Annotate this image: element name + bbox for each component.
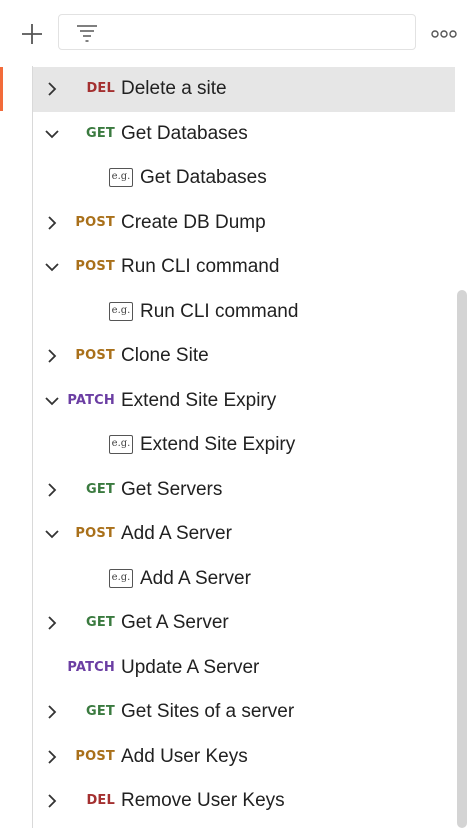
request-item-get-databases[interactable]: GET Get Databases [33,112,455,157]
method-badge: PATCH [67,659,115,675]
more-horizontal-icon[interactable] [430,24,458,44]
request-label: Get Databases [121,122,248,144]
method-badge: POST [75,348,115,363]
request-item-update-a-server[interactable]: PATCH Update A Server [33,646,455,691]
request-label: Delete a site [121,78,227,99]
method-badge: POST [75,259,115,274]
filter-input[interactable] [58,14,416,50]
scrollbar-thumb[interactable] [457,290,467,828]
method-badge: POST [75,214,115,230]
chevron-right-icon[interactable] [44,80,60,98]
request-item-create-db-dump[interactable]: POST Create DB Dump [33,201,455,246]
chevron-right-icon[interactable] [44,347,60,365]
filter-icon[interactable] [75,23,99,43]
method-badge: GET [85,704,115,719]
method-badge: GET [85,615,115,630]
request-item-add-user-keys[interactable]: POST Add User Keys [33,735,455,780]
chevron-right-icon[interactable] [44,703,60,721]
request-item-get-servers[interactable]: GET Get Servers [33,468,455,513]
request-label: Run CLI command [121,256,280,277]
example-icon: e.g. [109,568,133,588]
request-item-extend-site-expiry[interactable]: PATCH Extend Site Expiry [33,379,455,424]
chevron-right-icon[interactable] [44,748,60,766]
request-label: Get Sites of a server [121,701,295,722]
chevron-right-icon[interactable] [44,214,60,232]
request-label: Remove User Keys [121,790,285,811]
method-badge: DEL [86,793,115,808]
request-tree: DEL Delete a site GET Get Databases e.g. Get … [33,67,455,824]
method-badge: GET [85,125,115,141]
example-item-add-a-server[interactable]: e.g. Add A Server [33,557,455,602]
example-label: Extend Site Expiry [140,434,296,455]
plus-icon[interactable] [18,20,46,48]
request-item-get-sites-of-a-server[interactable]: GET Get Sites of a server [33,690,455,735]
request-label: Get Servers [121,478,223,500]
request-item-run-cli-command[interactable]: POST Run CLI command [33,245,455,290]
request-label: Add A Server [121,523,232,544]
chevron-down-icon[interactable] [44,258,60,276]
method-badge: GET [85,481,115,497]
method-badge: POST [75,748,115,764]
example-label: Get Databases [140,167,267,188]
example-icon: e.g. [109,435,133,454]
request-label: Extend Site Expiry [121,389,277,411]
method-badge: POST [75,526,115,541]
method-badge: PATCH [67,392,115,408]
chevron-right-icon[interactable] [44,481,60,499]
sidebar-toolbar [0,0,474,66]
request-item-delete-a-site[interactable]: DEL Delete a site [33,67,455,112]
example-icon: e.g. [109,301,133,321]
example-label: Add A Server [140,567,251,589]
request-label: Add User Keys [121,745,248,767]
example-item-extend-site-expiry[interactable]: e.g. Extend Site Expiry [33,423,455,468]
request-label: Update A Server [121,656,260,678]
chevron-right-icon[interactable] [44,614,60,632]
request-label: Get A Server [121,612,229,633]
chevron-down-icon[interactable] [44,125,60,143]
request-item-clone-site[interactable]: POST Clone Site [33,334,455,379]
example-item-run-cli-command[interactable]: e.g. Run CLI command [33,290,455,335]
request-label: Create DB Dump [121,211,266,233]
chevron-down-icon[interactable] [44,525,60,543]
chevron-down-icon[interactable] [44,392,60,410]
method-badge: DEL [86,81,115,96]
example-icon: e.g. [109,168,133,187]
example-item-get-databases[interactable]: e.g. Get Databases [33,156,455,201]
request-label: Clone Site [121,345,209,366]
request-item-get-a-server[interactable]: GET Get A Server [33,601,455,646]
chevron-right-icon[interactable] [44,792,60,810]
example-label: Run CLI command [140,300,299,322]
request-item-remove-user-keys[interactable]: DEL Remove User Keys [33,779,455,824]
active-item-indicator [0,67,3,111]
request-item-add-a-server[interactable]: POST Add A Server [33,512,455,557]
